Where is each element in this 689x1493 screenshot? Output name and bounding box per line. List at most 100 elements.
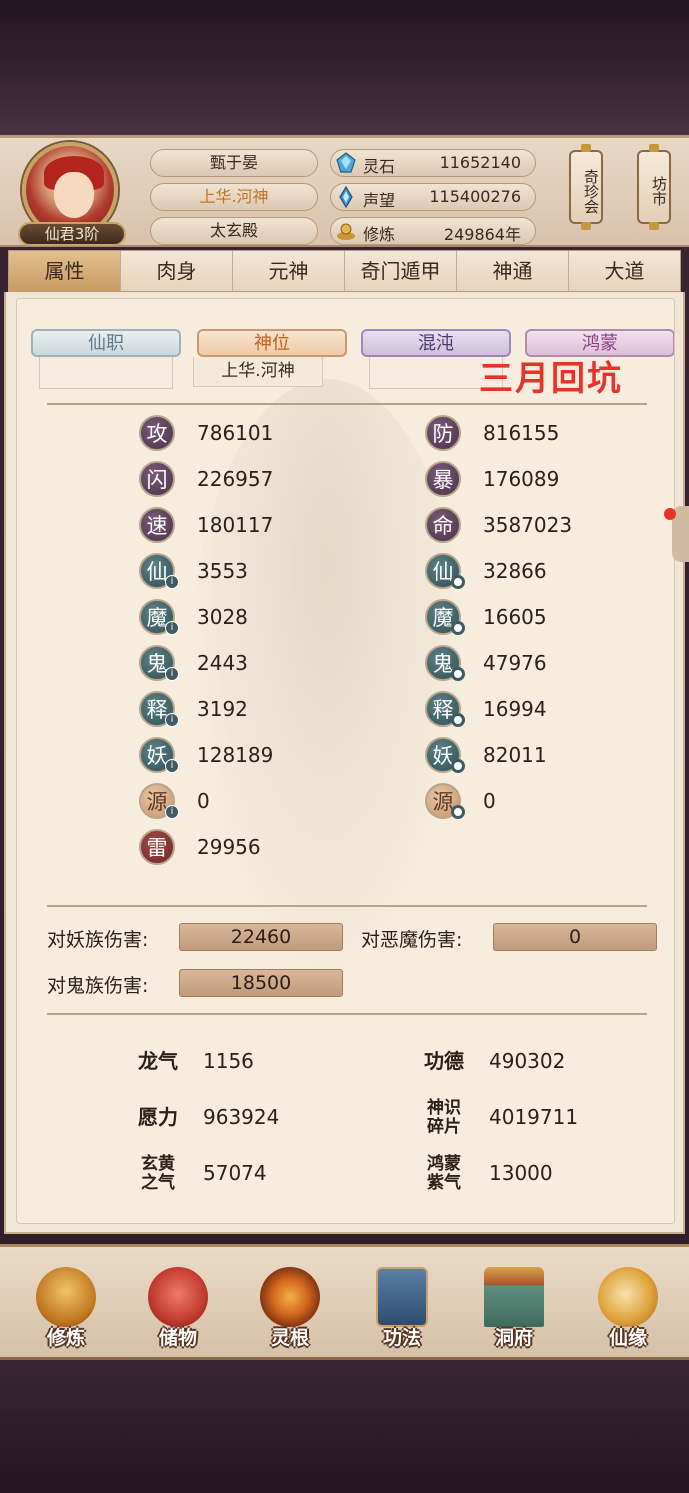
notification-dot xyxy=(664,508,676,520)
stat-row: 释 i 3192 xyxy=(139,691,339,731)
stat-row: 源0 xyxy=(425,783,625,823)
stat-row: 闪 226957 xyxy=(139,461,339,501)
stat-row: 妖 i 128189 xyxy=(139,737,339,777)
merit-icon: 功德 xyxy=(424,1049,464,1073)
gourd-icon xyxy=(598,1267,658,1327)
avatar[interactable]: 仙君3阶 xyxy=(18,142,126,250)
info-badge-icon: i xyxy=(165,667,179,681)
meditating-figure-icon xyxy=(36,1267,96,1327)
stat-row: 攻 786101 xyxy=(139,415,339,455)
rank-tag-xianzhi[interactable]: 仙职 xyxy=(31,329,181,357)
tab-bar: 属性 肉身 元神 奇门遁甲 神通 大道 xyxy=(8,250,681,292)
divine-shard-value: 4019711 xyxy=(489,1105,579,1129)
stat-row: 雷 29956 xyxy=(139,829,339,869)
stat-row: 防 816155 xyxy=(425,415,625,455)
xuanhuang-qi-icon: 玄黄 之气 xyxy=(141,1154,175,1193)
stat-value: 3028 xyxy=(197,605,248,629)
treasure-auction-button[interactable]: 奇珍会 xyxy=(569,144,603,230)
dragon-qi-icon: 龙气 xyxy=(138,1049,178,1073)
stat-value: 128189 xyxy=(197,743,274,767)
bottom-nav: 修炼 储物 灵根 功法 洞府 仙缘 xyxy=(0,1244,689,1360)
info-badge-icon: i xyxy=(165,805,179,819)
stat-value: 16994 xyxy=(483,697,547,721)
avatar-face xyxy=(54,172,94,218)
stat-value: 0 xyxy=(197,789,210,813)
stat-value: 176089 xyxy=(483,467,560,491)
top-bar xyxy=(0,0,689,135)
info-badge-icon: i xyxy=(165,713,179,727)
tab-soul[interactable]: 元神 xyxy=(233,251,345,291)
stat-row: 释 16994 xyxy=(425,691,625,731)
tab-body[interactable]: 肉身 xyxy=(121,251,233,291)
stat-value: 29956 xyxy=(197,835,261,859)
resist-badge-icon xyxy=(451,759,465,773)
stat-value: 3587023 xyxy=(483,513,573,537)
nav-immortal-fate[interactable]: 仙缘 xyxy=(580,1261,676,1353)
nav-cave-dwelling[interactable]: 洞府 xyxy=(466,1261,562,1353)
info-badge-icon: i xyxy=(165,759,179,773)
hongmeng-qi-value: 13000 xyxy=(489,1161,553,1185)
tab-dao[interactable]: 大道 xyxy=(569,251,680,291)
willpower-icon: 愿力 xyxy=(138,1105,178,1129)
demon-damage-value: 0 xyxy=(493,923,657,951)
technique-book-icon xyxy=(376,1267,428,1327)
ghost-damage-label: 对鬼族伤害: xyxy=(47,975,149,997)
stat-row: 魔 i 3028 xyxy=(139,599,339,639)
ghost-damage-value: 18500 xyxy=(179,969,343,997)
market-button[interactable]: 坊市 xyxy=(637,144,671,230)
rank-tag-shenwei[interactable]: 神位 xyxy=(197,329,347,357)
stat-value: 47976 xyxy=(483,651,547,675)
storage-bag-icon xyxy=(148,1267,208,1327)
resist-badge-icon xyxy=(451,667,465,681)
nav-spirit-root[interactable]: 灵根 xyxy=(242,1261,338,1353)
stat-row: 暴 176089 xyxy=(425,461,625,501)
nav-cultivate[interactable]: 修炼 xyxy=(18,1261,114,1353)
resist-badge-icon xyxy=(451,621,465,635)
stat-icon: 攻 xyxy=(139,415,175,451)
stat-row: 仙 i 3553 xyxy=(139,553,339,593)
overlay-caption: 三月回坑 xyxy=(479,359,623,399)
stat-row: 妖 82011 xyxy=(425,737,625,777)
rank-badge: 仙君3阶 xyxy=(18,222,126,246)
stat-icon: 暴 xyxy=(425,461,461,497)
info-badge-icon: i xyxy=(165,621,179,635)
stat-value: 0 xyxy=(483,789,496,813)
spirit-root-icon xyxy=(260,1267,320,1327)
attribute-panel-inner: 仙职 神位 混沌 鸿蒙 上华.河神 三月回坑 攻 786101 闪 226957 速 18… xyxy=(16,298,675,1224)
stat-value: 16605 xyxy=(483,605,547,629)
merit-value: 490302 xyxy=(489,1049,566,1073)
demon-damage-label: 对恶魔伤害: xyxy=(361,929,463,951)
tab-powers[interactable]: 神通 xyxy=(457,251,569,291)
divider xyxy=(47,905,647,907)
bottom-bar xyxy=(0,1360,689,1493)
nav-storage[interactable]: 储物 xyxy=(130,1261,226,1353)
stat-value: 32866 xyxy=(483,559,547,583)
divider xyxy=(47,403,647,405)
resist-badge-icon xyxy=(451,713,465,727)
xuanhuang-qi-value: 57074 xyxy=(203,1161,267,1185)
attribute-panel: 仙职 神位 混沌 鸿蒙 上华.河神 三月回坑 攻 786101 闪 226957 速 18… xyxy=(4,292,685,1234)
resist-badge-icon xyxy=(451,575,465,589)
stat-value: 3192 xyxy=(197,697,248,721)
character-title: 上华.河神 xyxy=(150,183,318,211)
tab-attributes[interactable]: 属性 xyxy=(9,251,121,291)
stat-value: 226957 xyxy=(197,467,274,491)
nav-techniques[interactable]: 功法 xyxy=(354,1261,450,1353)
stat-icon: 命 xyxy=(425,507,461,543)
willpower-value: 963924 xyxy=(203,1105,280,1129)
character-sect: 太玄殿 xyxy=(150,217,318,245)
hongmeng-qi-icon: 鸿蒙 紫气 xyxy=(427,1154,461,1193)
stat-row: 源i0 xyxy=(139,783,339,823)
divine-shard-icon: 神识 碎片 xyxy=(427,1098,461,1137)
tab-qimen[interactable]: 奇门遁甲 xyxy=(345,251,457,291)
stat-row: 仙 32866 xyxy=(425,553,625,593)
resource-cultivation: 修炼 249864年 xyxy=(330,217,536,245)
stat-row: 速 180117 xyxy=(139,507,339,547)
spirit-stone-icon xyxy=(336,152,356,173)
dragon-qi-value: 1156 xyxy=(203,1049,254,1073)
stat-value: 3553 xyxy=(197,559,248,583)
resource-spirit-stone: 灵石 11652140 xyxy=(330,149,536,177)
stat-row: 鬼 i 2443 xyxy=(139,645,339,685)
stat-value: 786101 xyxy=(197,421,274,445)
stat-row: 魔 16605 xyxy=(425,599,625,639)
